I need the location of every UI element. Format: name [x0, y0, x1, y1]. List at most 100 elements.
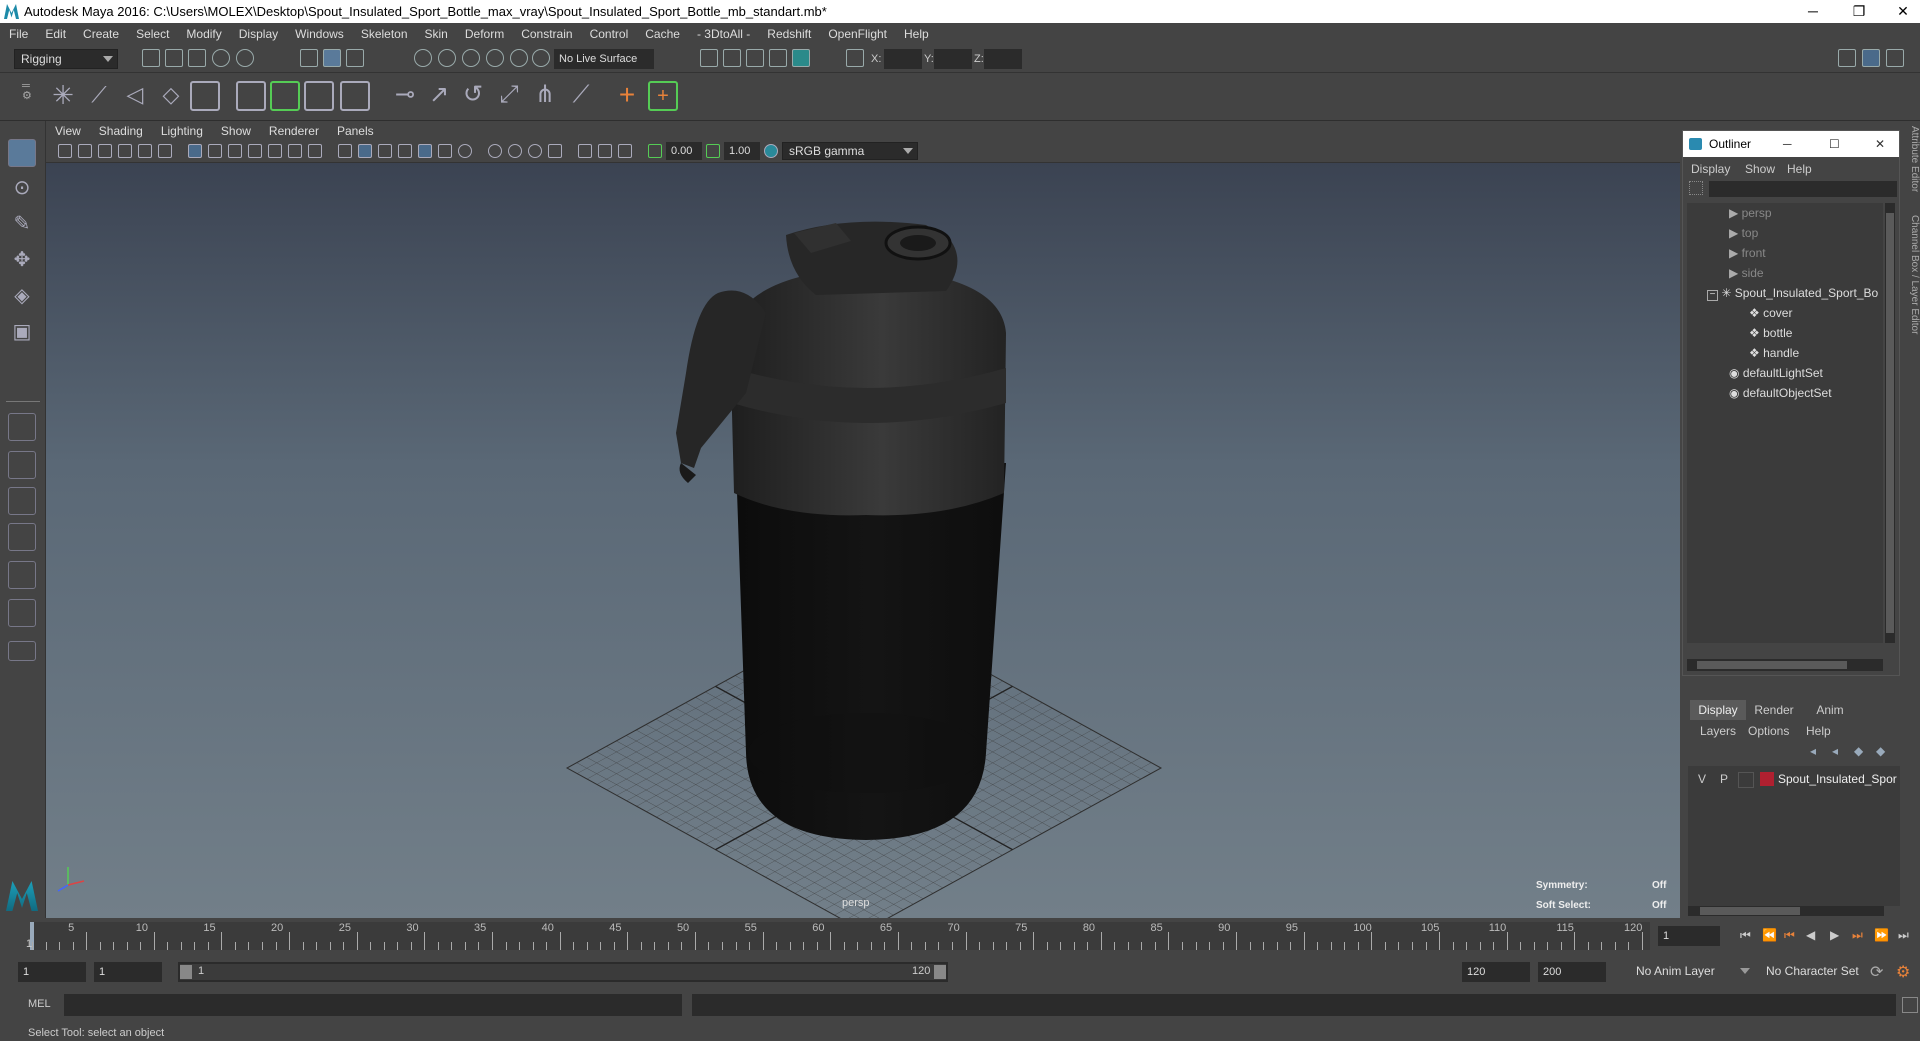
step-back-key-icon[interactable]: ⏮	[1784, 928, 1798, 942]
multisample-icon[interactable]	[508, 144, 522, 158]
four-view-layout-icon[interactable]	[8, 451, 36, 479]
outliner-minimize-icon[interactable]: ─	[1783, 131, 1792, 157]
go-to-start-icon[interactable]: ⏮	[1740, 928, 1754, 942]
mirror-joint-icon[interactable]: ◇	[156, 81, 186, 111]
outliner-menu-help[interactable]: Help	[1787, 162, 1812, 176]
exposure-field[interactable]: 0.00	[666, 142, 702, 160]
panel-menu-view[interactable]: View	[46, 121, 90, 141]
playback-start-field[interactable]: 1	[94, 962, 162, 982]
close-button[interactable]: ✕	[1880, 0, 1920, 23]
pole-vector-icon[interactable]: ⟋	[566, 81, 596, 111]
tool-settings-icon[interactable]	[1886, 49, 1904, 67]
render-view-icon[interactable]	[700, 49, 718, 67]
motion-blur-icon[interactable]	[488, 144, 502, 158]
menu-skeleton[interactable]: Skeleton	[352, 23, 416, 45]
ik-spline-icon[interactable]: ◁	[120, 81, 150, 111]
orient-constraint-icon[interactable]: ↺	[458, 81, 488, 111]
outliner-item-handle[interactable]: ❖ handle	[1749, 343, 1799, 363]
xray-joints-icon[interactable]	[618, 144, 632, 158]
attribute-editor-toggle-icon[interactable]	[1862, 49, 1880, 67]
animation-start-field[interactable]: 1	[18, 962, 86, 982]
character-set-dropdown[interactable]: No Character Set	[1760, 962, 1884, 982]
move-layer-down-icon[interactable]: ◂	[1832, 744, 1838, 758]
shadows-icon[interactable]	[438, 144, 452, 158]
range-bar[interactable]: 1 120	[178, 962, 948, 982]
field-chart-icon[interactable]	[268, 144, 282, 158]
safe-title-icon[interactable]	[308, 144, 322, 158]
play-forward-icon[interactable]: ▶	[1830, 928, 1844, 942]
layer-menu-help[interactable]: Help	[1806, 724, 1831, 738]
exposure-icon[interactable]	[648, 144, 662, 158]
locator-icon[interactable]: +	[612, 81, 642, 111]
camera-attributes-icon[interactable]	[78, 144, 92, 158]
animation-end-field[interactable]: 200	[1538, 962, 1606, 982]
select-component-icon[interactable]	[346, 49, 364, 67]
select-hierarchy-icon[interactable]	[300, 49, 318, 67]
panel-menu-renderer[interactable]: Renderer	[260, 121, 328, 141]
outliner-horizontal-scrollbar[interactable]	[1687, 659, 1883, 671]
script-editor-icon[interactable]	[1902, 997, 1918, 1013]
command-input[interactable]	[64, 994, 682, 1016]
outliner-menu-show[interactable]: Show	[1745, 162, 1775, 176]
outliner-item-bottle[interactable]: ❖ bottle	[1749, 323, 1792, 343]
wireframe-on-shaded-icon[interactable]	[378, 144, 392, 158]
collapse-icon[interactable]: −	[1707, 290, 1718, 301]
menu-create[interactable]: Create	[74, 23, 127, 45]
parent-constraint-icon[interactable]: ⋔	[530, 81, 560, 111]
select-object-icon[interactable]	[323, 49, 341, 67]
layer-menu-options[interactable]: Options	[1748, 724, 1789, 738]
color-management-icon[interactable]	[764, 144, 778, 158]
layer-type-toggle[interactable]	[1738, 772, 1754, 788]
menu-skin[interactable]: Skin	[416, 23, 456, 45]
paint-select-icon[interactable]: ✎	[8, 211, 36, 239]
persp-graph-layout-icon[interactable]	[8, 523, 36, 551]
scale-tool-icon[interactable]: ▣	[8, 319, 36, 347]
rotate-tool-icon[interactable]: ◈	[8, 283, 36, 311]
undo-icon[interactable]	[212, 49, 230, 67]
layer-name[interactable]: Spout_Insulated_Spor	[1778, 772, 1898, 786]
outliner-item-lightset[interactable]: ◉ defaultLightSet	[1729, 363, 1823, 383]
channel-box-tab[interactable]: Channel Box / Layer Editor	[1909, 215, 1920, 335]
point-constraint-icon[interactable]: ⊸	[390, 81, 420, 111]
view-transform-dropdown[interactable]: sRGB gamma	[782, 142, 918, 160]
lasso-tool-icon[interactable]: ⊙	[8, 175, 36, 203]
cluster-icon[interactable]: +	[648, 81, 678, 111]
use-all-lights-icon[interactable]	[418, 144, 432, 158]
layer-tab-display[interactable]: Display	[1690, 700, 1746, 720]
attribute-editor-tab[interactable]: Attribute Editor	[1909, 126, 1920, 192]
bind-skin-icon[interactable]	[236, 81, 266, 111]
step-back-icon[interactable]: ⏪	[1762, 928, 1777, 942]
new-layer-icon[interactable]: ◆	[1854, 744, 1863, 758]
animation-preferences-icon[interactable]: ⚙	[1896, 962, 1910, 982]
layer-tab-anim[interactable]: Anim	[1802, 700, 1858, 720]
grease-pencil-icon[interactable]	[158, 144, 172, 158]
range-end-handle[interactable]	[934, 965, 946, 979]
image-plane-icon[interactable]	[118, 144, 132, 158]
menu-edit[interactable]: Edit	[36, 23, 74, 45]
textured-icon[interactable]	[398, 144, 412, 158]
hypershade-layout-icon[interactable]	[8, 561, 36, 589]
outliner-close-icon[interactable]: ✕	[1875, 131, 1885, 157]
aim-constraint-icon[interactable]: ↗	[424, 81, 454, 111]
menu-deform[interactable]: Deform	[456, 23, 512, 45]
scale-constraint-icon[interactable]: ⤢	[494, 81, 524, 111]
bookmark-icon[interactable]	[98, 144, 112, 158]
xray-active-icon[interactable]	[598, 144, 612, 158]
outliner-vertical-scrollbar[interactable]	[1885, 203, 1895, 643]
snap-curve-icon[interactable]	[438, 49, 456, 67]
move-tool-icon[interactable]: ✥	[8, 247, 36, 275]
screen-space-ao-icon[interactable]	[458, 144, 472, 158]
resolution-gate-icon[interactable]	[228, 144, 242, 158]
layer-playback-toggle[interactable]: P	[1716, 772, 1732, 788]
gamma-icon[interactable]	[706, 144, 720, 158]
outliner-maximize-icon[interactable]: ☐	[1829, 131, 1840, 157]
menu-display[interactable]: Display	[230, 23, 286, 45]
outliner-item-persp[interactable]: ▶ persp	[1729, 203, 1772, 223]
film-gate-icon[interactable]	[208, 144, 222, 158]
joint-tool-icon[interactable]: ✳	[48, 81, 78, 111]
camera-select-icon[interactable]	[58, 144, 72, 158]
new-layer-selected-icon[interactable]: ◆	[1876, 744, 1885, 758]
perspective-viewport[interactable]: persp Symmetry: Off Soft Select: Off	[46, 163, 1680, 918]
play-backward-icon[interactable]: ◀	[1806, 928, 1820, 942]
hypershade-icon[interactable]	[792, 49, 810, 67]
